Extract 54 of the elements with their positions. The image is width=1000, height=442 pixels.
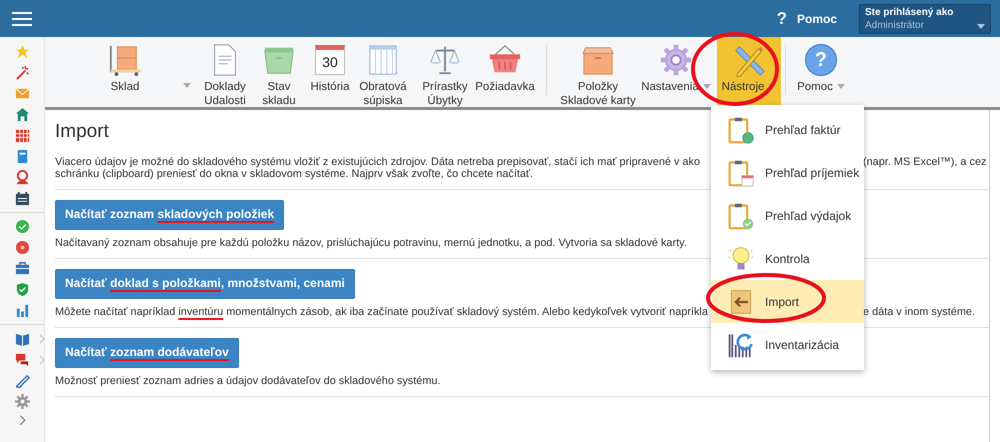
- chat-icon[interactable]: [14, 352, 30, 367]
- shield-icon[interactable]: [14, 282, 30, 297]
- toolbar-button[interactable]: Stav skladu: [250, 37, 308, 107]
- menu-item[interactable]: Kontrola: [711, 237, 864, 280]
- load-button[interactable]: Načítať zoznam skladových položiek: [55, 200, 284, 230]
- pen-icon[interactable]: [14, 373, 30, 388]
- star-icon[interactable]: [14, 44, 30, 59]
- envelope-icon[interactable]: [14, 86, 30, 101]
- toolbar-button[interactable]: Položky Skladové karty: [558, 37, 638, 107]
- calendar-icon: 30: [315, 45, 345, 75]
- menu-item[interactable]: Inventarizácia: [711, 323, 864, 366]
- toolbar-button[interactable]: Prírastky Úbytky: [414, 37, 476, 107]
- check-circle-icon[interactable]: [14, 219, 30, 234]
- paragraph-text: Môžete načítať napríklad inventúru momentálnych zásob, ak iba začínate používať skladový systém. Alebo kedykoľvek vytvoriť napríkla: [55, 306, 709, 318]
- hand-truck-icon: [108, 43, 142, 77]
- paragraph-text: Načítavaný zoznam obsahuje pre každú položku názov, prislúchajúcu potravinu, mernú jednotku, a pod. Vytvoria sa skladové karty.: [55, 237, 687, 249]
- gear-icon: [659, 43, 693, 77]
- toolbar-button[interactable]: Doklady Udalosti: [200, 37, 250, 107]
- calendar-icon[interactable]: [14, 191, 30, 206]
- load-button[interactable]: Načítať doklad s položkami, množstvami, cenami: [55, 269, 355, 299]
- open-book-icon[interactable]: [14, 331, 30, 346]
- briefcase-icon[interactable]: [14, 261, 30, 276]
- clipboard-coin-icon: [727, 116, 755, 144]
- toolbar-button[interactable]: Obratová súpiska: [352, 37, 414, 107]
- caret-icon: [977, 24, 985, 28]
- clipboard-check-icon: [727, 202, 755, 230]
- user-name: Administrátor: [865, 18, 924, 32]
- toolbar-button[interactable]: Požiadavka: [476, 37, 534, 107]
- user-dropdown[interactable]: Ste prihlásený ako Administrátor: [859, 4, 991, 34]
- menu-item[interactable]: Prehľad faktúr: [711, 108, 864, 151]
- paragraph-text: Možnosť preniesť zoznam adries a údajov dodávateľov do skladového systému.: [55, 375, 440, 387]
- light-bulb-icon: [727, 244, 755, 272]
- barcode-refresh-icon: [727, 330, 755, 358]
- page-title: Import: [55, 121, 109, 143]
- toolbar-button[interactable]: Sklad: [80, 37, 170, 107]
- magic-wand-icon[interactable]: [14, 65, 30, 80]
- user-caption: Ste prihlásený ako: [865, 6, 954, 18]
- house-icon[interactable]: [14, 107, 30, 122]
- clipboard-calendar-icon: [727, 158, 755, 186]
- gear-icon[interactable]: [14, 394, 30, 409]
- paragraph-text: (napr. MS Excel™), a cez: [862, 156, 986, 168]
- toolbar-button[interactable]: 30 História: [308, 37, 352, 107]
- menu-item[interactable]: Prehľad výdajok: [711, 194, 864, 237]
- record-icon[interactable]: [14, 240, 30, 255]
- menu-icon[interactable]: [12, 10, 32, 26]
- load-button[interactable]: Načítať zoznam dodávateľov: [55, 338, 239, 368]
- paragraph-text: Viacero údajov je možné do skladového systému vložiť z existujúcich zdrojov. Dáta netreba prepisovať, stačí ich mať pripravené v ako: [55, 156, 702, 168]
- help-button[interactable]: ? Pomoc: [776, 8, 837, 28]
- help-icon: ?: [805, 44, 837, 76]
- grid-icon[interactable]: [14, 128, 30, 143]
- person-icon[interactable]: [14, 170, 30, 185]
- paragraph-text: schránku (clipboard) preniesť do okna v skladovom systéme. Najprv však zvoľte, čo chcete načítať.: [55, 168, 534, 180]
- bar-chart-icon[interactable]: [14, 303, 30, 318]
- menu-item[interactable]: Prehľad príjemiek: [711, 151, 864, 194]
